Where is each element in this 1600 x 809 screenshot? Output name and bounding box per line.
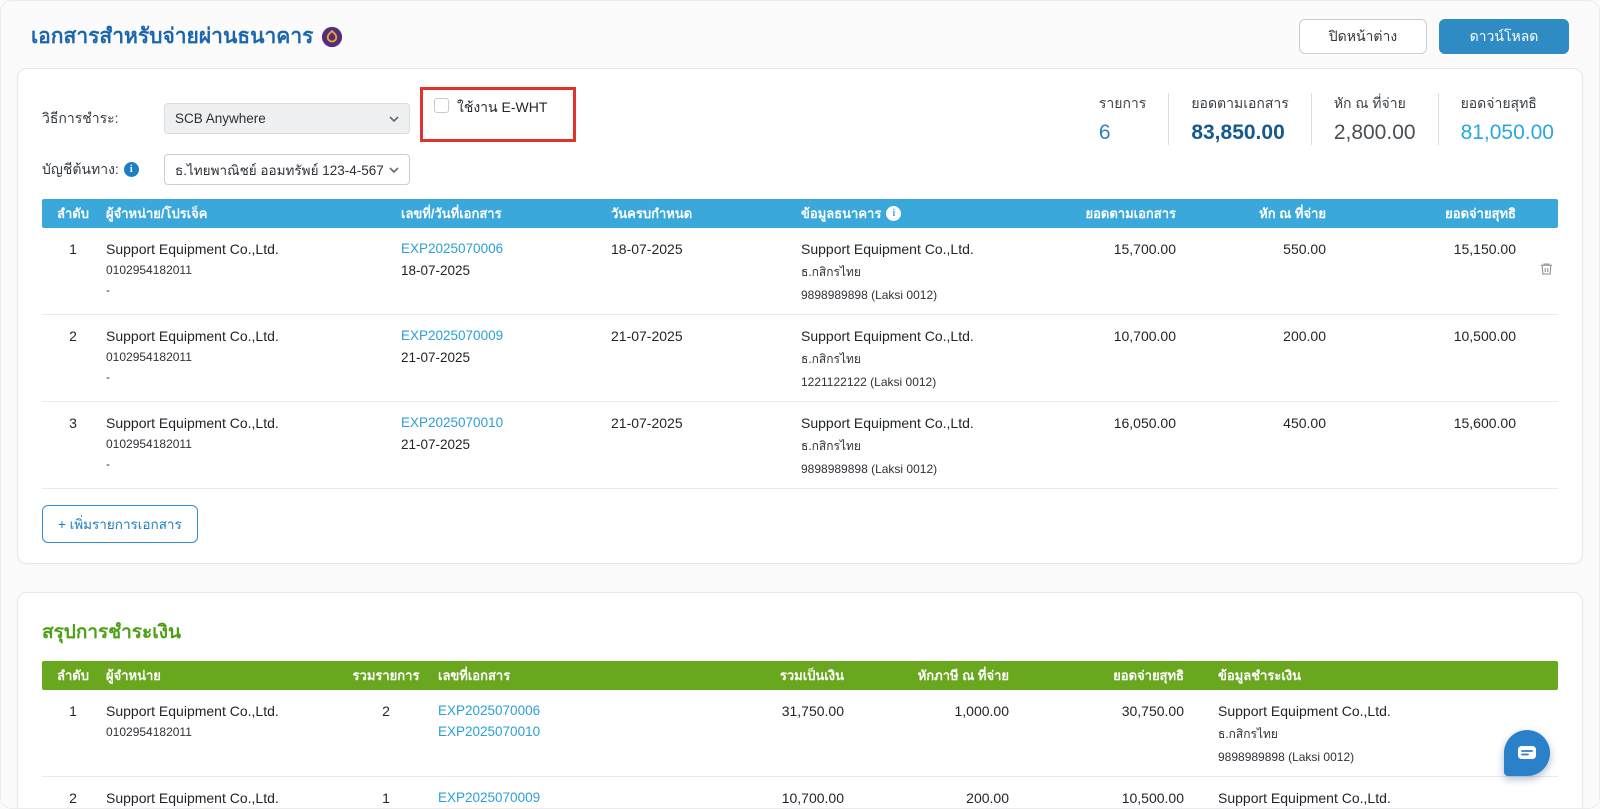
wht-amount: 550.00 [1283, 241, 1326, 257]
close-window-button[interactable]: ปิดหน้าต่าง [1299, 19, 1427, 54]
trash-icon [1540, 263, 1553, 275]
bank-name: ธ.กสิกรไทย [801, 352, 861, 366]
chat-button[interactable] [1504, 730, 1550, 776]
download-button[interactable]: ดาวน์โหลด [1439, 19, 1569, 54]
bank-account: 1221122122 (Laksi 0012) [801, 375, 937, 389]
ewht-checkbox[interactable] [434, 98, 449, 113]
summary-table-header: ลำดับ ผู้จำหน่าย รวมรายการ เลขที่เอกสาร … [42, 661, 1558, 690]
stat-net-value: 81,050.00 [1460, 121, 1554, 144]
table-row: 3 Support Equipment Co.,Ltd. 01029541820… [42, 402, 1558, 489]
stat-withholding-total: หัก ณ ที่จ่าย 2,800.00 [1310, 93, 1438, 145]
table-row: 2 Support Equipment Co.,Ltd. 01029541820… [42, 777, 1558, 808]
amount: 16,050.00 [1113, 415, 1176, 431]
bank-name: ธ.กสิกรไทย [801, 265, 861, 279]
table-row: 1 Support Equipment Co.,Ltd. 01029541820… [42, 228, 1558, 315]
chevron-down-icon [389, 166, 399, 173]
document-link[interactable]: EXP2025070009 [401, 328, 607, 343]
payee-name: Support Equipment Co.,Ltd. [801, 415, 974, 431]
stat-doc-value: 83,850.00 [1191, 121, 1285, 144]
info-icon[interactable]: i [886, 206, 902, 221]
bank-account: 9898989898 (Laksi 0012) [801, 462, 938, 476]
amount: 10,700.00 [781, 790, 844, 806]
vendor-name: Support Equipment Co.,Ltd. [106, 415, 279, 431]
summary-table: ลำดับ ผู้จำหน่าย รวมรายการ เลขที่เอกสาร … [42, 661, 1558, 808]
page-title: เอกสารสำหรับจ่ายผ่านธนาคาร [31, 25, 314, 48]
ewht-highlight-box: ใช้งาน E-WHT [420, 87, 577, 142]
vendor-name: Support Equipment Co.,Ltd. [106, 790, 279, 806]
project: - [106, 370, 110, 384]
stat-item-count: รายการ 6 [1098, 95, 1147, 144]
wht-amount: 450.00 [1283, 415, 1326, 431]
table-row: 2 Support Equipment Co.,Ltd. 01029541820… [42, 315, 1558, 402]
net-amount: 30,750.00 [1121, 703, 1184, 719]
payment-summary-card: สรุปการชำระเงิน ลำดับ ผู้จำหน่าย รวมรายก… [17, 592, 1583, 808]
source-account-label: บัญชีต้นทาง: i [42, 159, 164, 181]
project: - [106, 283, 110, 297]
vendor-id: 0102954182011 [106, 263, 192, 277]
payee-name: Support Equipment Co.,Ltd. [1218, 703, 1391, 719]
due-date: 21-07-2025 [611, 415, 683, 431]
document-date: 21-07-2025 [401, 350, 471, 365]
topbar: เอกสารสำหรับจ่ายผ่านธนาคาร ปิดหน้าต่าง ด… [1, 1, 1599, 68]
document-link[interactable]: EXP2025070009 [438, 790, 644, 805]
add-document-button[interactable]: + เพิ่มรายการเอกสาร [42, 505, 198, 543]
amount: 31,750.00 [781, 703, 844, 719]
net-amount: 10,500.00 [1121, 790, 1184, 806]
documents-card: วิธีการชำระ: SCB Anywhere ใช้งาน E-WHT บ… [17, 68, 1583, 564]
scb-logo-icon [321, 26, 343, 48]
doc-count: 1 [382, 790, 390, 806]
vendor-name: Support Equipment Co.,Ltd. [106, 241, 279, 257]
chevron-down-icon [389, 115, 399, 122]
document-date: 18-07-2025 [401, 263, 471, 278]
stat-wht-value: 2,800.00 [1333, 121, 1416, 144]
due-date: 18-07-2025 [611, 241, 683, 257]
amount: 10,700.00 [1113, 328, 1176, 344]
page: เอกสารสำหรับจ่ายผ่านธนาคาร ปิดหน้าต่าง ด… [0, 0, 1600, 809]
vendor-id: 0102954182011 [106, 437, 192, 451]
filters: วิธีการชำระ: SCB Anywhere ใช้งาน E-WHT บ… [42, 87, 577, 185]
vendor-name: Support Equipment Co.,Ltd. [106, 703, 279, 719]
documents-table: ลำดับ ผู้จำหน่าย/โปรเจ็ค เลขที่/วันที่เอ… [42, 199, 1558, 489]
ewht-checkbox-label[interactable]: ใช้งาน E-WHT [457, 97, 547, 119]
source-account-select[interactable]: ธ.ไทยพาณิชย์ ออมทรัพย์ 123-4-56789-3 [164, 154, 410, 185]
chat-icon [1518, 746, 1536, 759]
wht-amount: 1,000.00 [954, 703, 1010, 719]
payment-method-value: SCB Anywhere [175, 111, 266, 126]
document-date: 21-07-2025 [401, 437, 471, 452]
net-amount: 10,500.00 [1453, 328, 1516, 344]
document-link[interactable]: EXP2025070010 [401, 415, 607, 430]
net-amount: 15,150.00 [1453, 241, 1516, 257]
bank-name: ธ.กสิกรไทย [801, 439, 861, 453]
stat-net-total: ยอดจ่ายสุทธิ 81,050.00 [1437, 93, 1558, 145]
payment-method-select[interactable]: SCB Anywhere [164, 103, 410, 134]
document-link[interactable]: EXP2025070010 [438, 724, 644, 739]
delete-row-button[interactable] [1537, 239, 1556, 302]
payee-name: Support Equipment Co.,Ltd. [1218, 790, 1391, 806]
due-date: 21-07-2025 [611, 328, 683, 344]
bank-name: ธ.กสิกรไทย [1218, 727, 1278, 741]
vendor-name: Support Equipment Co.,Ltd. [106, 328, 279, 344]
summary-title: สรุปการชำระเงิน [42, 622, 181, 643]
totals-summary: รายการ 6 ยอดตามเอกสาร 83,850.00 หัก ณ ที… [1077, 91, 1558, 145]
vendor-id: 0102954182011 [106, 350, 192, 364]
payee-name: Support Equipment Co.,Ltd. [801, 328, 974, 344]
doc-count: 2 [382, 703, 390, 719]
stat-document-total: ยอดตามเอกสาร 83,850.00 [1168, 93, 1310, 145]
bank-account: 9898989898 (Laksi 0012) [801, 288, 938, 302]
payment-method-label: วิธีการชำระ: [42, 109, 119, 126]
documents-table-header: ลำดับ ผู้จำหน่าย/โปรเจ็ค เลขที่/วันที่เอ… [42, 199, 1558, 228]
table-row: 1 Support Equipment Co.,Ltd. 01029541820… [42, 690, 1558, 777]
payee-name: Support Equipment Co.,Ltd. [801, 241, 974, 257]
vendor-id: 0102954182011 [106, 725, 192, 739]
project: - [106, 457, 110, 471]
net-amount: 15,600.00 [1453, 415, 1516, 431]
wht-amount: 200.00 [966, 790, 1009, 806]
source-account-value: ธ.ไทยพาณิชย์ ออมทรัพย์ 123-4-56789-3 [175, 162, 383, 178]
info-icon[interactable]: i [123, 162, 139, 177]
amount: 15,700.00 [1113, 241, 1176, 257]
wht-amount: 200.00 [1283, 328, 1326, 344]
document-link[interactable]: EXP2025070006 [438, 703, 644, 718]
stat-count-value: 6 [1098, 121, 1111, 144]
document-link[interactable]: EXP2025070006 [401, 241, 607, 256]
